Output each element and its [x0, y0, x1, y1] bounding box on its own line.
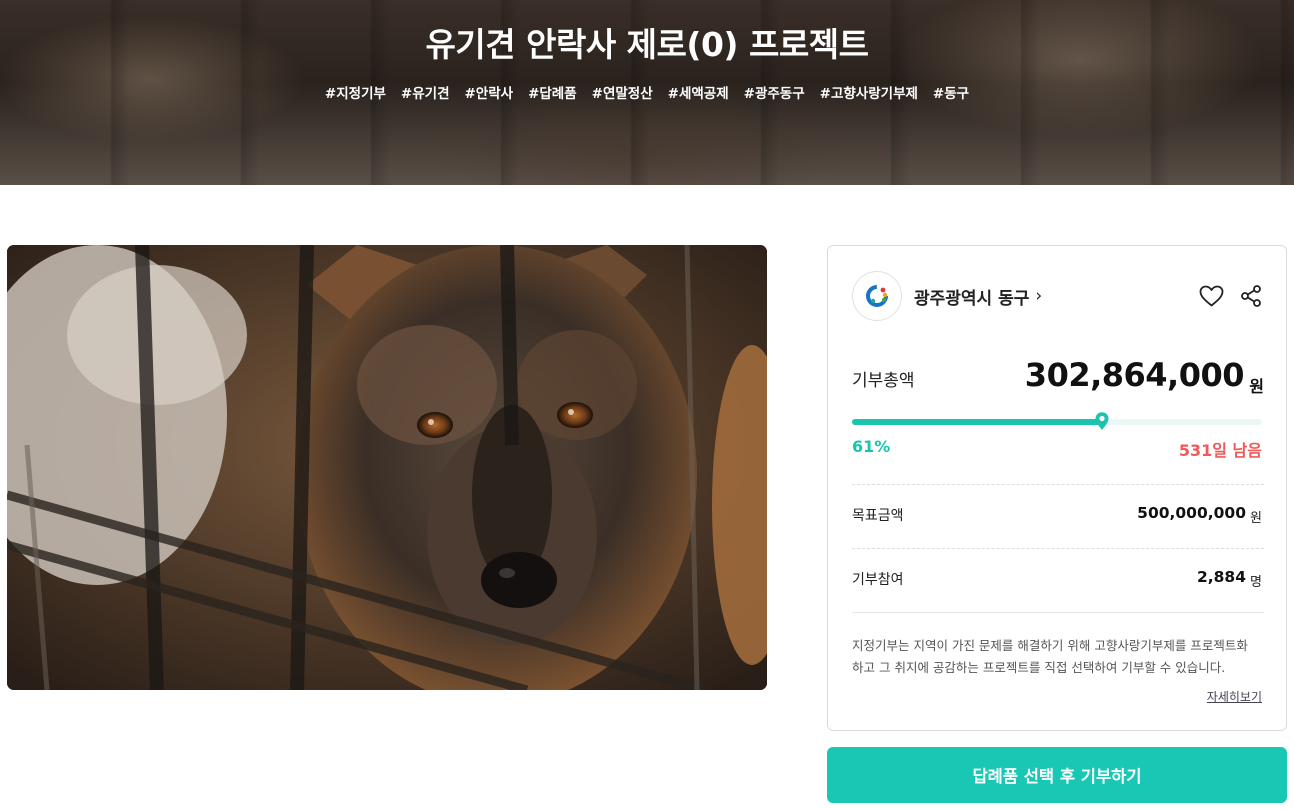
participants-unit: 명 [1250, 575, 1262, 590]
select-gift-and-donate-button[interactable]: 답례품 선택 후 기부하기 [827, 747, 1287, 803]
hashtag[interactable]: #광주동구 [744, 82, 805, 102]
dog-photo-illustration [7, 245, 767, 690]
progress-bar [852, 412, 1262, 430]
goal-amount-value: 500,000,000 [1137, 504, 1246, 522]
description-line: 지정기부는 지역이 가진 문제를 해결하기 위해 고향사랑기부제를 프로젝트화 [852, 638, 1248, 653]
goal-amount-unit: 원 [1250, 511, 1262, 526]
divider [852, 548, 1264, 549]
share-icon[interactable] [1238, 283, 1264, 309]
card-actions [1198, 283, 1264, 309]
hashtag[interactable]: #세액공제 [668, 82, 729, 102]
organization-row: 광주광역시 동구 › [852, 271, 1264, 321]
description-line: 하고 그 취지에 공감하는 프로젝트를 직접 선택하여 기부할 수 있습니다. [852, 660, 1226, 675]
designated-donation-description: 지정기부는 지역이 가진 문제를 해결하기 위해 고향사랑기부제를 프로젝트화 … [852, 635, 1268, 679]
project-title: 유기견 안락사 제로(0) 프로젝트 [425, 25, 869, 64]
divider [852, 612, 1264, 613]
divider [852, 484, 1264, 485]
total-donation-label: 기부총액 [852, 371, 915, 391]
total-donation-row: 기부총액 302,864,000 원 [852, 354, 1264, 398]
participants-value: 2,884 [1196, 568, 1246, 586]
location-pin-icon [1094, 411, 1110, 431]
hashtag[interactable]: #안락사 [465, 82, 514, 102]
hashtag-list: #지정기부 #유기견 #안락사 #답례품 #연말정산 #세액공제 #광주동구 #… [0, 82, 1294, 102]
learn-more-link[interactable]: 자세히보기 [1207, 688, 1262, 705]
organization-name[interactable]: 광주광역시 동구 [914, 284, 1029, 309]
participants-label: 기부참여 [852, 572, 904, 588]
donation-info-card: 광주광역시 동구 › 기부총액 302,864,000 원 61% 531일 남… [827, 245, 1287, 731]
chevron-right-icon[interactable]: › [1035, 286, 1042, 306]
days-remaining: 531일 남음 [1178, 441, 1262, 460]
progress-percent: 61% [852, 437, 891, 456]
heart-icon[interactable] [1198, 283, 1224, 309]
total-donation-unit: 원 [1249, 377, 1264, 396]
progress-fill [852, 419, 1103, 425]
hashtag[interactable]: #유기견 [401, 82, 450, 102]
hashtag[interactable]: #지정기부 [325, 82, 386, 102]
project-photo [7, 245, 767, 690]
hashtag[interactable]: #답례품 [528, 82, 577, 102]
goal-amount-label: 목표금액 [852, 508, 904, 524]
hero-banner: 유기견 안락사 제로(0) 프로젝트 #지정기부 #유기견 #안락사 #답례품 … [0, 0, 1294, 185]
gwangju-donggu-logo-icon[interactable] [852, 271, 902, 321]
total-donation-amount: 302,864,000 [1024, 356, 1245, 394]
hashtag[interactable]: #고향사랑기부제 [820, 82, 918, 102]
hashtag[interactable]: #연말정산 [592, 82, 653, 102]
hashtag[interactable]: #동구 [933, 82, 969, 102]
